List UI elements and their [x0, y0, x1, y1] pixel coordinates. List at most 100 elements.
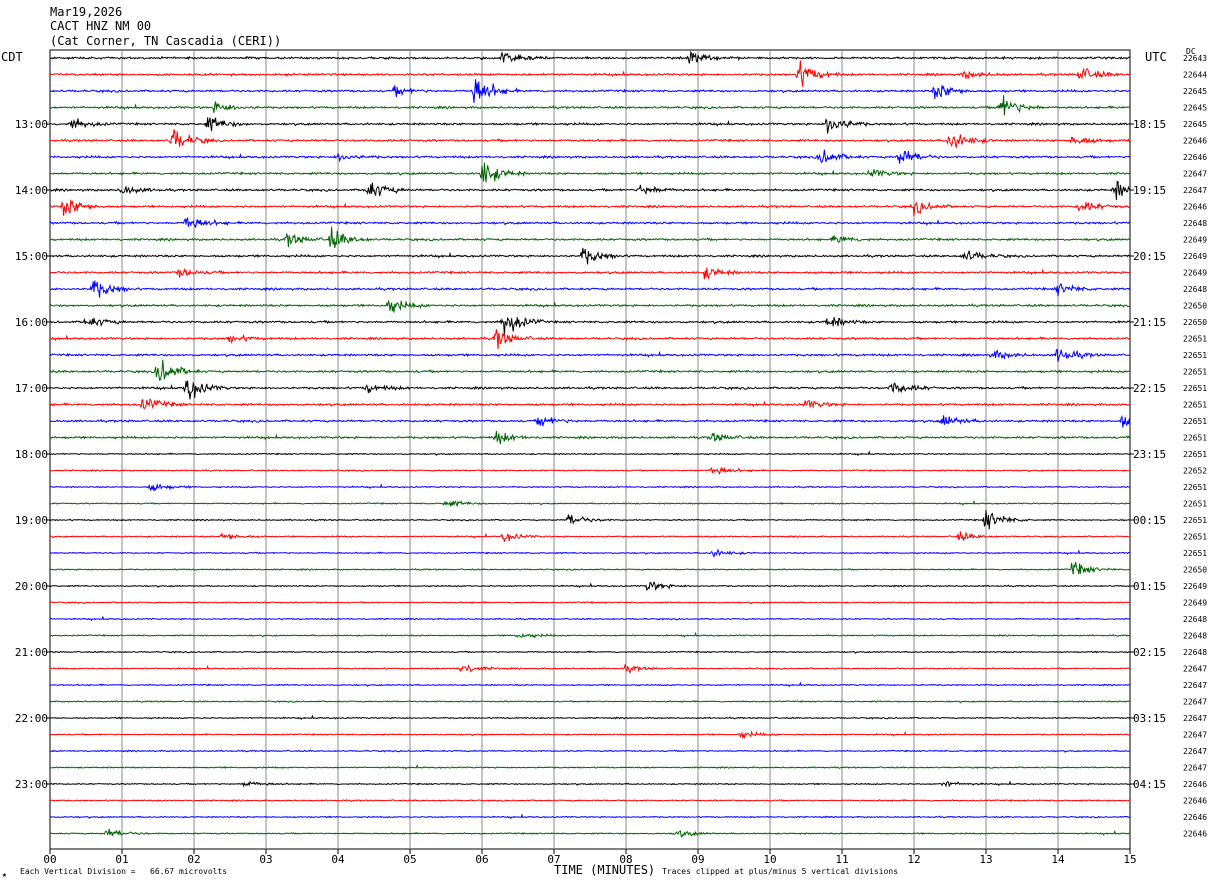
right-hour-label: 22:15 [1133, 382, 1166, 395]
dc-offset-label: 22647 [1183, 731, 1207, 740]
dc-offset-label: 22646 [1183, 780, 1207, 789]
dc-offset-label: 22650 [1183, 302, 1207, 311]
dc-offset-label: 22649 [1183, 269, 1207, 278]
trace-row [49, 664, 1131, 675]
right-hour-label: 20:15 [1133, 250, 1166, 263]
dc-offset-label: 22649 [1183, 599, 1207, 608]
dc-offset-label: 22650 [1183, 566, 1207, 575]
left-hour-label: 22:00 [15, 712, 48, 725]
trace-row [49, 117, 1131, 134]
dc-offset-label: 22648 [1183, 648, 1207, 657]
trace-row [49, 798, 1131, 803]
left-hour-label: 16:00 [15, 316, 48, 329]
x-tick-label: 14 [1051, 853, 1065, 866]
dc-offset-label: 22649 [1183, 582, 1207, 591]
left-hour-label: 13:00 [15, 118, 48, 131]
dc-offset-label: 22646 [1183, 813, 1207, 822]
trace-row [49, 267, 1131, 280]
left-hour-label: 19:00 [15, 514, 48, 527]
left-hour-label: 18:00 [15, 448, 48, 461]
dc-offset-label: 22646 [1183, 830, 1207, 839]
trace-row [49, 499, 1131, 508]
left-hour-label: 15:00 [15, 250, 48, 263]
dc-offset-label: 22648 [1183, 632, 1207, 641]
x-tick-label: 00 [43, 853, 56, 866]
x-tick-label: 11 [835, 853, 848, 866]
dc-offset-label: 22646 [1183, 203, 1207, 212]
trace-row [49, 380, 1131, 400]
dc-offset-label: 22648 [1183, 615, 1207, 624]
trace-row [49, 60, 1131, 87]
trace-row [49, 95, 1131, 116]
trace-row [49, 247, 1131, 265]
left-hour-label: 23:00 [15, 778, 48, 791]
dc-offset-label: 22645 [1183, 104, 1207, 113]
dc-offset-label: 22651 [1183, 384, 1207, 393]
x-tick-label: 06 [475, 853, 488, 866]
x-tick-label: 12 [907, 853, 920, 866]
dc-offset-label: 22647 [1183, 665, 1207, 674]
trace-row [49, 129, 1131, 148]
dc-offset-label: 22646 [1183, 797, 1207, 806]
trace-row [49, 562, 1131, 575]
dc-offset-label: 22651 [1183, 483, 1207, 492]
right-hour-label: 02:15 [1133, 646, 1166, 659]
trace-row [49, 149, 1131, 164]
trace-row [49, 397, 1131, 410]
right-hour-label: 19:15 [1133, 184, 1166, 197]
left-hour-label: 14:00 [15, 184, 48, 197]
dc-offset-label: 22651 [1183, 401, 1207, 410]
x-tick-label: 09 [691, 853, 704, 866]
x-tick-label: 04 [331, 853, 345, 866]
dc-offset-label: 22651 [1183, 500, 1207, 509]
dc-offset-label: 22651 [1183, 417, 1207, 426]
dc-offset-label: 22648 [1183, 219, 1207, 228]
dc-offset-label: 22648 [1183, 285, 1207, 294]
dc-offset-label: 22647 [1183, 170, 1207, 179]
dc-offset-label: 22647 [1183, 186, 1207, 195]
trace-row [49, 509, 1131, 530]
x-tick-label: 13 [979, 853, 992, 866]
trace-row [49, 466, 1131, 476]
dc-offset-label: 22645 [1183, 120, 1207, 129]
x-tick-label: 10 [763, 853, 776, 866]
x-axis-title: TIME (MINUTES) [554, 863, 656, 877]
plot-frame [49, 49, 1131, 850]
trace-row [50, 813, 1131, 820]
trace-row [49, 749, 1131, 753]
trace-row [49, 430, 1131, 445]
dc-offset-label: 22651 [1183, 533, 1207, 542]
clip-note: Traces clipped at plus/minus 5 vertical … [662, 867, 899, 876]
dc-offset-label: 22646 [1183, 153, 1207, 162]
right-hour-label: 04:15 [1133, 778, 1166, 791]
dc-offset-label: 22647 [1183, 698, 1207, 707]
trace-row [49, 699, 1131, 704]
trace-row [49, 415, 1131, 428]
dc-offset-label: 22650 [1183, 318, 1207, 327]
left-hour-label: 17:00 [15, 382, 48, 395]
dc-offset-label: 22651 [1183, 516, 1207, 525]
right-hour-label: 23:15 [1133, 448, 1166, 461]
trace-row [49, 280, 1131, 298]
dc-offset-label: 22649 [1183, 236, 1207, 245]
x-tick-label: 01 [115, 853, 128, 866]
vertical-division-note: Each Vertical Division = 66.67 microvolt… [20, 867, 228, 876]
dc-offset-label: 22651 [1183, 450, 1207, 459]
trace-row [50, 50, 1131, 64]
left-hour-label: 21:00 [15, 646, 48, 659]
left-hour-label: 20:00 [15, 580, 48, 593]
right-hour-label: 21:15 [1133, 316, 1166, 329]
x-tick-label: 05 [403, 853, 416, 866]
dc-offset-label: 22651 [1183, 351, 1207, 360]
trace-row [49, 615, 1131, 622]
trace-row [49, 216, 1131, 228]
trace-row [49, 226, 1131, 249]
dc-offset-label: 22647 [1183, 764, 1207, 773]
trace-row [49, 714, 1131, 721]
trace-row [49, 199, 1131, 217]
trace-row [49, 580, 1131, 592]
dc-offset-label: 22651 [1183, 335, 1207, 344]
trace-row [49, 631, 1131, 639]
right-hour-label: 01:15 [1133, 580, 1166, 593]
trace-row [49, 601, 1131, 605]
